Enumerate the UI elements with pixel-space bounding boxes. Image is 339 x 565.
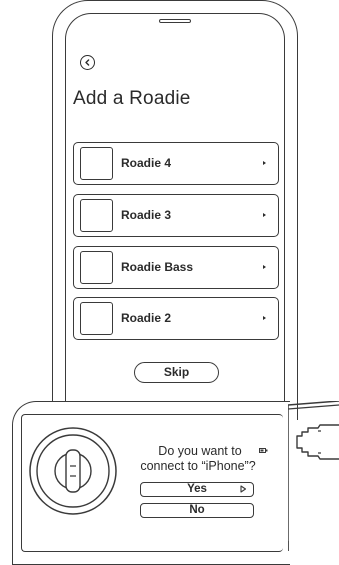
chevron-right-icon bbox=[263, 265, 266, 269]
connect-prompt: Do you want to connect to “iPhone”? bbox=[118, 444, 278, 474]
device-label: Roadie 4 bbox=[121, 156, 172, 170]
device-item-roadie-4[interactable]: Roadie 4 bbox=[73, 142, 279, 185]
prompt-line-1: Do you want to bbox=[158, 444, 242, 458]
no-label: No bbox=[189, 504, 205, 516]
device-label: Roadie 3 bbox=[121, 208, 172, 222]
no-button[interactable]: No bbox=[140, 503, 254, 518]
chevron-right-icon bbox=[263, 161, 266, 165]
chevron-right-icon bbox=[263, 213, 266, 217]
device-item-roadie-2[interactable]: Roadie 2 bbox=[73, 297, 279, 340]
device-thumbnail bbox=[80, 147, 113, 180]
device-item-roadie-bass[interactable]: Roadie Bass bbox=[73, 246, 279, 289]
device-label: Roadie Bass bbox=[121, 260, 194, 274]
yes-button[interactable]: Yes bbox=[140, 482, 254, 497]
device-thumbnail bbox=[80, 302, 113, 335]
device-thumbnail bbox=[80, 251, 113, 284]
play-arrow-icon bbox=[240, 485, 247, 493]
page-title: Add a Roadie bbox=[73, 88, 191, 109]
chevron-left-icon bbox=[85, 59, 90, 66]
battery-icon bbox=[259, 448, 268, 453]
chevron-right-icon bbox=[263, 316, 266, 320]
yes-label: Yes bbox=[187, 483, 207, 495]
skip-button[interactable]: Skip bbox=[134, 362, 219, 383]
prompt-line-2: connect to “iPhone”? bbox=[140, 459, 256, 473]
back-button[interactable] bbox=[80, 55, 95, 70]
tuning-knob-icon[interactable] bbox=[28, 426, 118, 516]
tuner-head-icon bbox=[288, 401, 339, 551]
device-label: Roadie 2 bbox=[121, 311, 172, 325]
phone-speaker bbox=[159, 19, 191, 23]
device-item-roadie-3[interactable]: Roadie 3 bbox=[73, 194, 279, 237]
device-thumbnail bbox=[80, 199, 113, 232]
